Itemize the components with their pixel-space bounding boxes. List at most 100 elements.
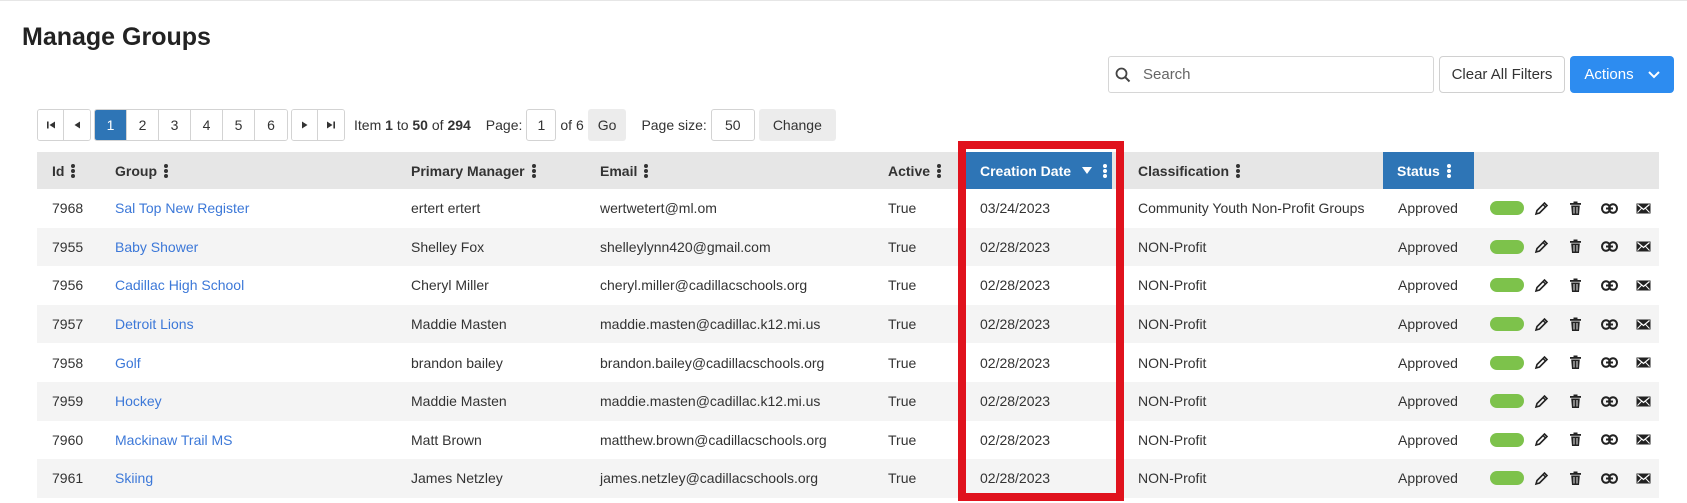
status-dot-icon bbox=[1490, 317, 1524, 332]
column-header-id[interactable]: Id bbox=[52, 152, 76, 189]
copy-link-button[interactable] bbox=[1592, 241, 1626, 253]
cell-group[interactable]: Baby Shower bbox=[115, 228, 198, 267]
copy-link-button[interactable] bbox=[1592, 473, 1626, 484]
copy-link-button[interactable] bbox=[1592, 395, 1626, 407]
row-actions bbox=[1490, 189, 1660, 228]
delete-button[interactable] bbox=[1558, 239, 1592, 254]
cell-group[interactable]: Mackinaw Trail MS bbox=[115, 421, 232, 460]
email-button[interactable] bbox=[1626, 473, 1660, 484]
status-dot-icon bbox=[1490, 355, 1524, 370]
pencil-icon bbox=[1534, 471, 1548, 486]
column-menu-icon[interactable] bbox=[937, 163, 942, 178]
change-button[interactable]: Change bbox=[758, 109, 836, 141]
page-number-input[interactable]: 1 bbox=[526, 109, 557, 141]
envelope-icon bbox=[1636, 357, 1650, 368]
delete-button[interactable] bbox=[1558, 201, 1592, 216]
cell-status: Approved bbox=[1398, 470, 1458, 487]
last-page-button[interactable] bbox=[318, 110, 344, 140]
prev-page-button[interactable] bbox=[64, 110, 90, 140]
go-button[interactable]: Go bbox=[587, 109, 627, 141]
trash-icon bbox=[1569, 317, 1581, 331]
next-page-button[interactable] bbox=[292, 110, 318, 140]
page-button-2[interactable]: 2 bbox=[127, 110, 159, 140]
column-header-email[interactable]: Email bbox=[600, 152, 649, 189]
cell-group[interactable]: Hockey bbox=[115, 382, 162, 421]
search-box[interactable] bbox=[1108, 56, 1434, 93]
column-menu-icon[interactable] bbox=[644, 163, 649, 178]
envelope-icon bbox=[1636, 319, 1650, 330]
page-button-1[interactable]: 1 bbox=[95, 110, 127, 140]
actions-button[interactable]: Actions bbox=[1570, 56, 1674, 93]
edit-button[interactable] bbox=[1524, 355, 1558, 370]
column-header-creation-date[interactable]: Creation Date bbox=[966, 152, 1112, 189]
copy-link-button[interactable] bbox=[1592, 434, 1626, 446]
table-body: 7968 Sal Top New Register ertert ertert wer… bbox=[37, 189, 1659, 498]
clear-filters-button[interactable]: Clear All Filters bbox=[1439, 56, 1565, 93]
cell-group[interactable]: Sal Top New Register bbox=[115, 189, 249, 228]
cell-active: True bbox=[888, 238, 917, 255]
email-button[interactable] bbox=[1626, 396, 1660, 407]
cell-manager: brandon bailey bbox=[411, 354, 503, 371]
edit-button[interactable] bbox=[1524, 317, 1558, 332]
copy-link-button[interactable] bbox=[1592, 318, 1626, 330]
cell-group[interactable]: Skiing bbox=[115, 459, 153, 498]
column-menu-icon[interactable] bbox=[71, 163, 76, 178]
cell-manager: James Netzley bbox=[411, 470, 503, 487]
delete-button[interactable] bbox=[1558, 394, 1592, 409]
pencil-icon bbox=[1534, 356, 1548, 370]
cell-status: Approved bbox=[1398, 393, 1458, 410]
pager-first-prev bbox=[37, 109, 91, 141]
edit-button[interactable] bbox=[1524, 432, 1558, 447]
edit-button[interactable] bbox=[1524, 201, 1558, 216]
email-button[interactable] bbox=[1626, 241, 1660, 252]
first-page-button[interactable] bbox=[38, 110, 64, 140]
page-size-input[interactable]: 50 bbox=[710, 109, 755, 141]
delete-button[interactable] bbox=[1558, 471, 1592, 486]
copy-link-button[interactable] bbox=[1592, 202, 1626, 214]
edit-button[interactable] bbox=[1524, 239, 1558, 254]
column-header-group[interactable]: Group bbox=[115, 152, 168, 189]
email-button[interactable] bbox=[1626, 203, 1660, 214]
pencil-icon bbox=[1534, 394, 1548, 408]
column-header-active[interactable]: Active bbox=[888, 152, 942, 189]
column-menu-icon[interactable] bbox=[164, 163, 168, 178]
pencil-icon bbox=[1534, 201, 1548, 215]
delete-button[interactable] bbox=[1558, 317, 1592, 332]
column-header-active-label: Active bbox=[888, 162, 931, 179]
sort-descending-icon[interactable] bbox=[1082, 166, 1093, 175]
delete-button[interactable] bbox=[1558, 278, 1592, 293]
edit-button[interactable] bbox=[1524, 471, 1558, 486]
edit-button[interactable] bbox=[1524, 278, 1558, 293]
copy-link-button[interactable] bbox=[1592, 280, 1626, 291]
column-menu-icon[interactable] bbox=[531, 163, 536, 178]
column-header-status[interactable]: Status bbox=[1383, 152, 1474, 189]
table-row: 7956 Cadillac High School Cheryl Miller che… bbox=[37, 266, 1659, 305]
cell-group[interactable]: Cadillac High School bbox=[115, 266, 244, 305]
cell-group[interactable]: Golf bbox=[115, 343, 141, 382]
page-button-4[interactable]: 4 bbox=[191, 110, 223, 140]
column-header-classification[interactable]: Classification bbox=[1138, 152, 1241, 189]
table-row: 7957 Detroit Lions Maddie Masten maddie.mas… bbox=[37, 304, 1660, 344]
column-header-manager[interactable]: Primary Manager bbox=[411, 152, 536, 189]
page-button-5[interactable]: 5 bbox=[223, 110, 255, 140]
trash-icon bbox=[1569, 355, 1581, 370]
cell-classification: NON-Profit bbox=[1138, 431, 1207, 448]
copy-link-button[interactable] bbox=[1592, 357, 1626, 368]
cell-id: 7955 bbox=[52, 238, 84, 255]
delete-button[interactable] bbox=[1558, 355, 1592, 370]
email-button[interactable] bbox=[1626, 319, 1660, 330]
edit-button[interactable] bbox=[1524, 394, 1558, 409]
cell-group[interactable]: Detroit Lions bbox=[115, 305, 194, 344]
page-button-6[interactable]: 6 bbox=[255, 110, 287, 140]
search-input[interactable] bbox=[1137, 57, 1427, 92]
column-menu-icon[interactable] bbox=[1103, 163, 1108, 178]
cell-id: 7959 bbox=[52, 393, 84, 410]
email-button[interactable] bbox=[1626, 357, 1660, 368]
email-button[interactable] bbox=[1626, 434, 1660, 445]
column-menu-icon[interactable] bbox=[1446, 163, 1451, 178]
email-button[interactable] bbox=[1626, 280, 1660, 291]
cell-email: maddie.masten@cadillac.k12.mi.us bbox=[600, 316, 821, 333]
delete-button[interactable] bbox=[1558, 432, 1592, 447]
column-menu-icon[interactable] bbox=[1236, 163, 1241, 178]
page-button-3[interactable]: 3 bbox=[159, 110, 191, 140]
